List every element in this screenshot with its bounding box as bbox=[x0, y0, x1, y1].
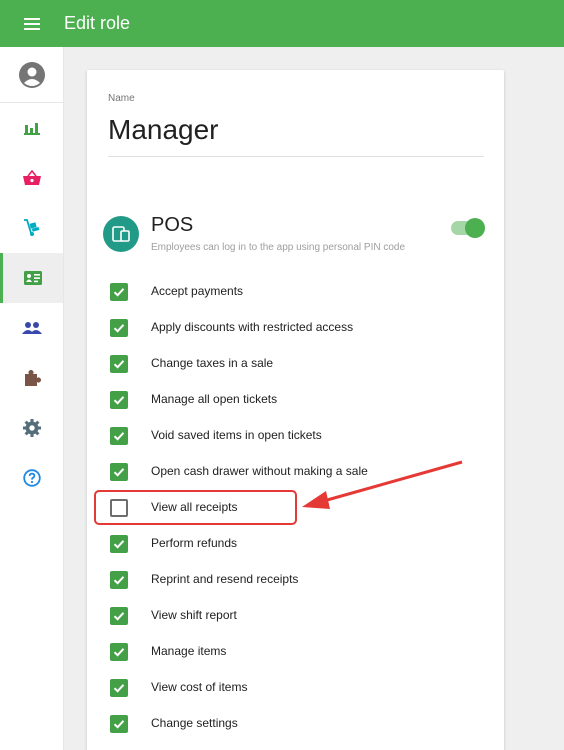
tablet-icon bbox=[103, 216, 139, 252]
people-icon bbox=[21, 322, 42, 334]
checkmark-icon bbox=[113, 396, 125, 405]
permission-checkbox[interactable] bbox=[110, 463, 128, 481]
permission-checkbox[interactable] bbox=[110, 679, 128, 697]
sidebar-item-reports[interactable] bbox=[0, 103, 63, 153]
permission-checkbox[interactable] bbox=[110, 427, 128, 445]
permission-checkbox[interactable] bbox=[110, 499, 128, 517]
sidebar-item-employees[interactable] bbox=[0, 253, 63, 303]
bar-chart-icon bbox=[23, 121, 40, 135]
sidebar-item-settings[interactable] bbox=[0, 403, 63, 453]
sidebar bbox=[0, 47, 64, 750]
permission-label: Manage all open tickets bbox=[151, 392, 278, 406]
permission-checkbox[interactable] bbox=[110, 715, 128, 733]
sidebar-item-sales[interactable] bbox=[0, 153, 63, 203]
permission-checkbox[interactable] bbox=[110, 391, 128, 409]
permission-label: Accept payments bbox=[151, 284, 244, 298]
checkmark-icon bbox=[113, 540, 125, 549]
name-label: Name bbox=[108, 93, 135, 104]
permission-label: Perform refunds bbox=[151, 536, 238, 550]
permission-label: View cost of items bbox=[151, 680, 248, 694]
permission-row[interactable]: Change settings bbox=[87, 707, 504, 743]
checkmark-icon bbox=[113, 288, 125, 297]
permission-row[interactable]: Perform refunds bbox=[87, 527, 504, 563]
permission-checkbox[interactable] bbox=[110, 643, 128, 661]
checkmark-icon bbox=[113, 468, 125, 477]
permission-checkbox[interactable] bbox=[110, 571, 128, 589]
app-header: Edit role bbox=[0, 0, 564, 47]
permission-row[interactable]: View shift report bbox=[87, 599, 504, 635]
permission-label: Manage items bbox=[151, 644, 227, 658]
page-title: Edit role bbox=[64, 13, 131, 33]
id-card-icon bbox=[24, 271, 42, 285]
checkmark-icon bbox=[113, 360, 125, 369]
permission-row[interactable]: View all receipts bbox=[87, 491, 504, 527]
permission-label: Apply discounts with restricted access bbox=[151, 320, 354, 334]
checkmark-icon bbox=[113, 648, 125, 657]
checkmark-icon bbox=[113, 432, 125, 441]
role-name-input[interactable]: Manager bbox=[108, 114, 219, 146]
checkmark-icon bbox=[113, 612, 125, 621]
permission-checkbox[interactable] bbox=[110, 319, 128, 337]
permission-label: Open cash drawer without making a sale bbox=[151, 464, 368, 478]
permission-row[interactable]: View cost of items bbox=[87, 671, 504, 707]
name-input-underline bbox=[108, 156, 484, 157]
permission-row[interactable]: Open cash drawer without making a sale bbox=[87, 455, 504, 491]
permission-row[interactable]: Manage items bbox=[87, 635, 504, 671]
toggle-knob bbox=[465, 218, 485, 238]
hamburger-icon[interactable] bbox=[0, 0, 64, 47]
permission-checkbox[interactable] bbox=[110, 607, 128, 625]
permission-label: Void saved items in open tickets bbox=[151, 428, 322, 442]
help-circle-icon bbox=[22, 469, 41, 487]
sidebar-item-integrations[interactable] bbox=[0, 353, 63, 403]
permission-checkbox[interactable] bbox=[110, 283, 128, 301]
gear-icon bbox=[22, 419, 41, 437]
sidebar-item-help[interactable] bbox=[0, 453, 63, 503]
permission-row[interactable]: Accept payments bbox=[87, 275, 504, 311]
hand-truck-icon bbox=[23, 219, 41, 237]
checkmark-icon bbox=[113, 576, 125, 585]
pos-access-toggle[interactable] bbox=[451, 218, 485, 238]
pos-section-description: Employees can log in to the app using pe… bbox=[151, 242, 406, 253]
permission-label: Change taxes in a sale bbox=[151, 356, 274, 370]
pos-section-title: POS bbox=[151, 214, 194, 236]
permission-row[interactable]: Void saved items in open tickets bbox=[87, 419, 504, 455]
sidebar-item-inventory[interactable] bbox=[0, 203, 63, 253]
permission-checkbox[interactable] bbox=[110, 355, 128, 373]
checkmark-icon bbox=[113, 324, 125, 333]
permission-row[interactable]: Manage all open tickets bbox=[87, 383, 504, 419]
permission-label: View all receipts bbox=[151, 500, 238, 514]
edit-role-card: Name Manager POS Employees can log in to… bbox=[87, 70, 504, 750]
sidebar-item-customers[interactable] bbox=[0, 303, 63, 353]
puzzle-icon bbox=[23, 369, 41, 387]
permission-row[interactable]: Reprint and resend receipts bbox=[87, 563, 504, 599]
permission-label: Change settings bbox=[151, 716, 238, 730]
permission-checkbox[interactable] bbox=[110, 535, 128, 553]
shopping-basket-icon bbox=[22, 170, 41, 186]
permission-label: Reprint and resend receipts bbox=[151, 572, 299, 586]
checkmark-icon bbox=[113, 684, 125, 693]
checkmark-icon bbox=[113, 720, 125, 729]
permission-row[interactable]: Change taxes in a sale bbox=[87, 347, 504, 383]
account-circle-icon[interactable] bbox=[0, 47, 63, 103]
permission-row[interactable]: Apply discounts with restricted access bbox=[87, 311, 504, 347]
permission-label: View shift report bbox=[151, 608, 237, 622]
